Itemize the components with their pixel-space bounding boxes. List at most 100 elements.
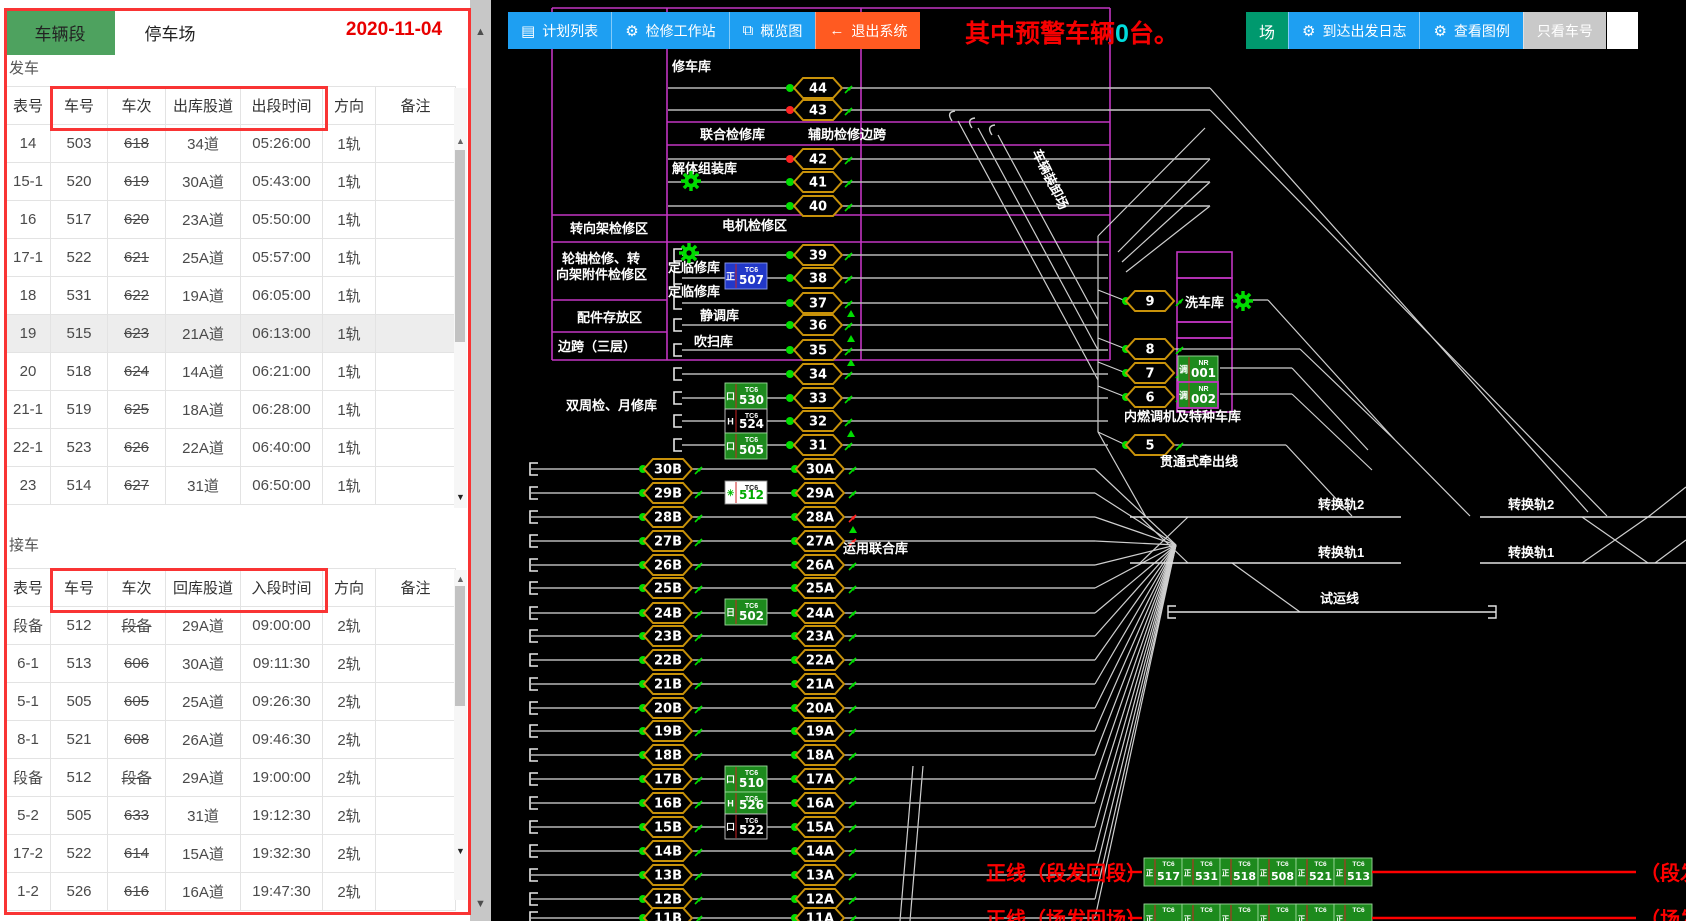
track-badge-24B[interactable]: 24B [644,603,692,623]
track-badge-16B[interactable]: 16B [644,793,692,813]
track-badge-31[interactable]: 31 [794,435,842,455]
track-badge-27B[interactable]: 27B [644,531,692,551]
track-badge-16A[interactable]: 16A [796,793,844,813]
到达出发日志-button[interactable]: ⚙到达出发日志 [1288,12,1419,49]
track-badge-29A[interactable]: 29A [796,483,844,503]
table-row[interactable]: 8-152160826A道09:46:302轨 [6,721,456,759]
table-row[interactable]: 5-150560525A道09:26:302轨 [6,683,456,721]
track-badge-18B[interactable]: 18B [644,745,692,765]
scroll-up-icon[interactable]: ▲ [454,574,467,584]
track-badge-13B[interactable]: 13B [644,865,692,885]
track-badge-30B[interactable]: 30B [644,459,692,479]
table-row[interactable]: 17-252261415A道19:32:302轨 [6,835,456,873]
track-badge-41[interactable]: 41 [794,172,842,192]
tab-parking-lot[interactable]: 停车场 [115,10,225,55]
train-box-502[interactable]: 日TC6502 [725,599,767,625]
scroll-down-icon[interactable]: ▼ [454,492,467,502]
track-badge-43[interactable]: 43 [794,100,842,120]
track-badge-25B[interactable]: 25B [644,578,692,598]
train-box-526[interactable]: HTC6526 [725,792,767,814]
track-badge-38[interactable]: 38 [794,268,842,288]
track-badge-12B[interactable]: 12B [644,889,692,909]
退出系统-button[interactable]: ←退出系统 [815,12,920,49]
track-badge-18A[interactable]: 18A [796,745,844,765]
tab-depot[interactable]: 车辆段 [5,10,115,55]
track-badge-23B[interactable]: 23B [644,626,692,646]
track-badge-12A[interactable]: 12A [796,889,844,909]
train-box-blank[interactable]: 正TC6 [1144,904,1182,921]
train-box-508[interactable]: 正TC6508 [1258,858,1296,886]
track-badge-26A[interactable]: 26A [796,555,844,575]
track-badge-11A[interactable]: 11A [796,908,844,921]
track-badge-20B[interactable]: 20B [644,698,692,718]
track-badge-35[interactable]: 35 [794,340,842,360]
train-box-521[interactable]: 正TC6521 [1296,858,1334,886]
departure-scrollbar[interactable]: ▲ ▼ [454,88,467,508]
track-badge-6[interactable]: 6 [1126,387,1174,407]
scroll-thumb[interactable] [455,586,465,706]
table-row[interactable]: 6-151360630A道09:11:302轨 [6,645,456,683]
train-box-blank[interactable]: 正TC6 [1296,904,1334,921]
table-row[interactable]: 5-250563331道19:12:302轨 [6,797,456,835]
查看图例-button[interactable]: ⚙查看图例 [1419,12,1522,49]
track-badge-20A[interactable]: 20A [796,698,844,718]
track-badge-27A[interactable]: 27A [796,531,844,551]
track-badge-14B[interactable]: 14B [644,841,692,861]
table-row[interactable]: 2051862414A道06:21:001轨 [6,353,456,391]
track-badge-37[interactable]: 37 [794,293,842,313]
场-button[interactable]: 场 [1246,12,1288,49]
track-badge-28B[interactable]: 28B [644,507,692,527]
track-badge-21B[interactable]: 21B [644,674,692,694]
track-badge-21A[interactable]: 21A [796,674,844,694]
table-row[interactable]: 1951562321A道06:13:001轨 [6,315,456,353]
train-box-517[interactable]: 正TC6517 [1144,858,1182,886]
train-box-518[interactable]: 正TC6518 [1220,858,1258,886]
track-badge-15A[interactable]: 15A [796,817,844,837]
计划列表-button[interactable]: ▤计划列表 [508,12,611,49]
track-badge-25A[interactable]: 25A [796,578,844,598]
train-box-530[interactable]: 口TC6530 [725,383,767,409]
track-badge-42[interactable]: 42 [794,149,842,169]
概览图-button[interactable]: ⧉概览图 [729,12,816,49]
track-badge-28A[interactable]: 28A [796,507,844,527]
table-row[interactable]: 1651762023A道05:50:001轨 [6,201,456,239]
table-row[interactable]: 1-252661616A道19:47:302轨 [6,873,456,911]
table-row[interactable]: 21-151962518A道06:28:001轨 [6,391,456,429]
table-row[interactable]: 2351462731道06:50:001轨 [6,467,456,505]
train-box-blank[interactable]: 正TC6 [1334,904,1372,921]
scroll-thumb[interactable] [455,150,465,342]
train-box-505[interactable]: 口TC6505 [725,433,767,459]
train-box-blank[interactable]: 正TC6 [1258,904,1296,921]
scroll-down-icon[interactable]: ▼ [454,846,467,856]
track-badge-44[interactable]: 44 [794,78,842,98]
train-box-510[interactable]: 口TC6510 [725,766,767,792]
track-badge-22B[interactable]: 22B [644,650,692,670]
track-badge-8[interactable]: 8 [1126,339,1174,359]
train-box-513[interactable]: 正TC6513 [1334,858,1372,886]
track-badge-14A[interactable]: 14A [796,841,844,861]
table-row[interactable]: 1853162219A道06:05:001轨 [6,277,456,315]
track-badge-29B[interactable]: 29B [644,483,692,503]
track-badge-11B[interactable]: 11B [644,908,692,921]
train-box-524[interactable]: HTC6524 [725,409,767,433]
table-row[interactable]: 段备512段备29A道09:00:002轨 [6,607,456,645]
table-row[interactable]: 段备512段备29A道19:00:002轨 [6,759,456,797]
track-badge-39[interactable]: 39 [794,245,842,265]
track-badge-15B[interactable]: 15B [644,817,692,837]
track-badge-19B[interactable]: 19B [644,721,692,741]
track-badge-19A[interactable]: 19A [796,721,844,741]
train-box-blank[interactable]: 正TC6 [1182,904,1220,921]
track-badge-24A[interactable]: 24A [796,603,844,623]
track-badge-9[interactable]: 9 [1126,291,1174,311]
train-box-001[interactable]: 调NR001 [1178,356,1218,382]
track-badge-7[interactable]: 7 [1126,363,1174,383]
table-row[interactable]: 22-152362622A道06:40:001轨 [6,429,456,467]
track-badge-23A[interactable]: 23A [796,626,844,646]
track-badge-32[interactable]: 32 [794,411,842,431]
track-badge-22A[interactable]: 22A [796,650,844,670]
track-badge-17A[interactable]: 17A [796,769,844,789]
检修工作站-button[interactable]: ⚙检修工作站 [611,12,728,49]
track-badge-36[interactable]: 36 [794,315,842,335]
train-box-512[interactable]: ✳TC6512 [725,481,767,504]
train-box-blank[interactable]: 正TC6 [1220,904,1258,921]
